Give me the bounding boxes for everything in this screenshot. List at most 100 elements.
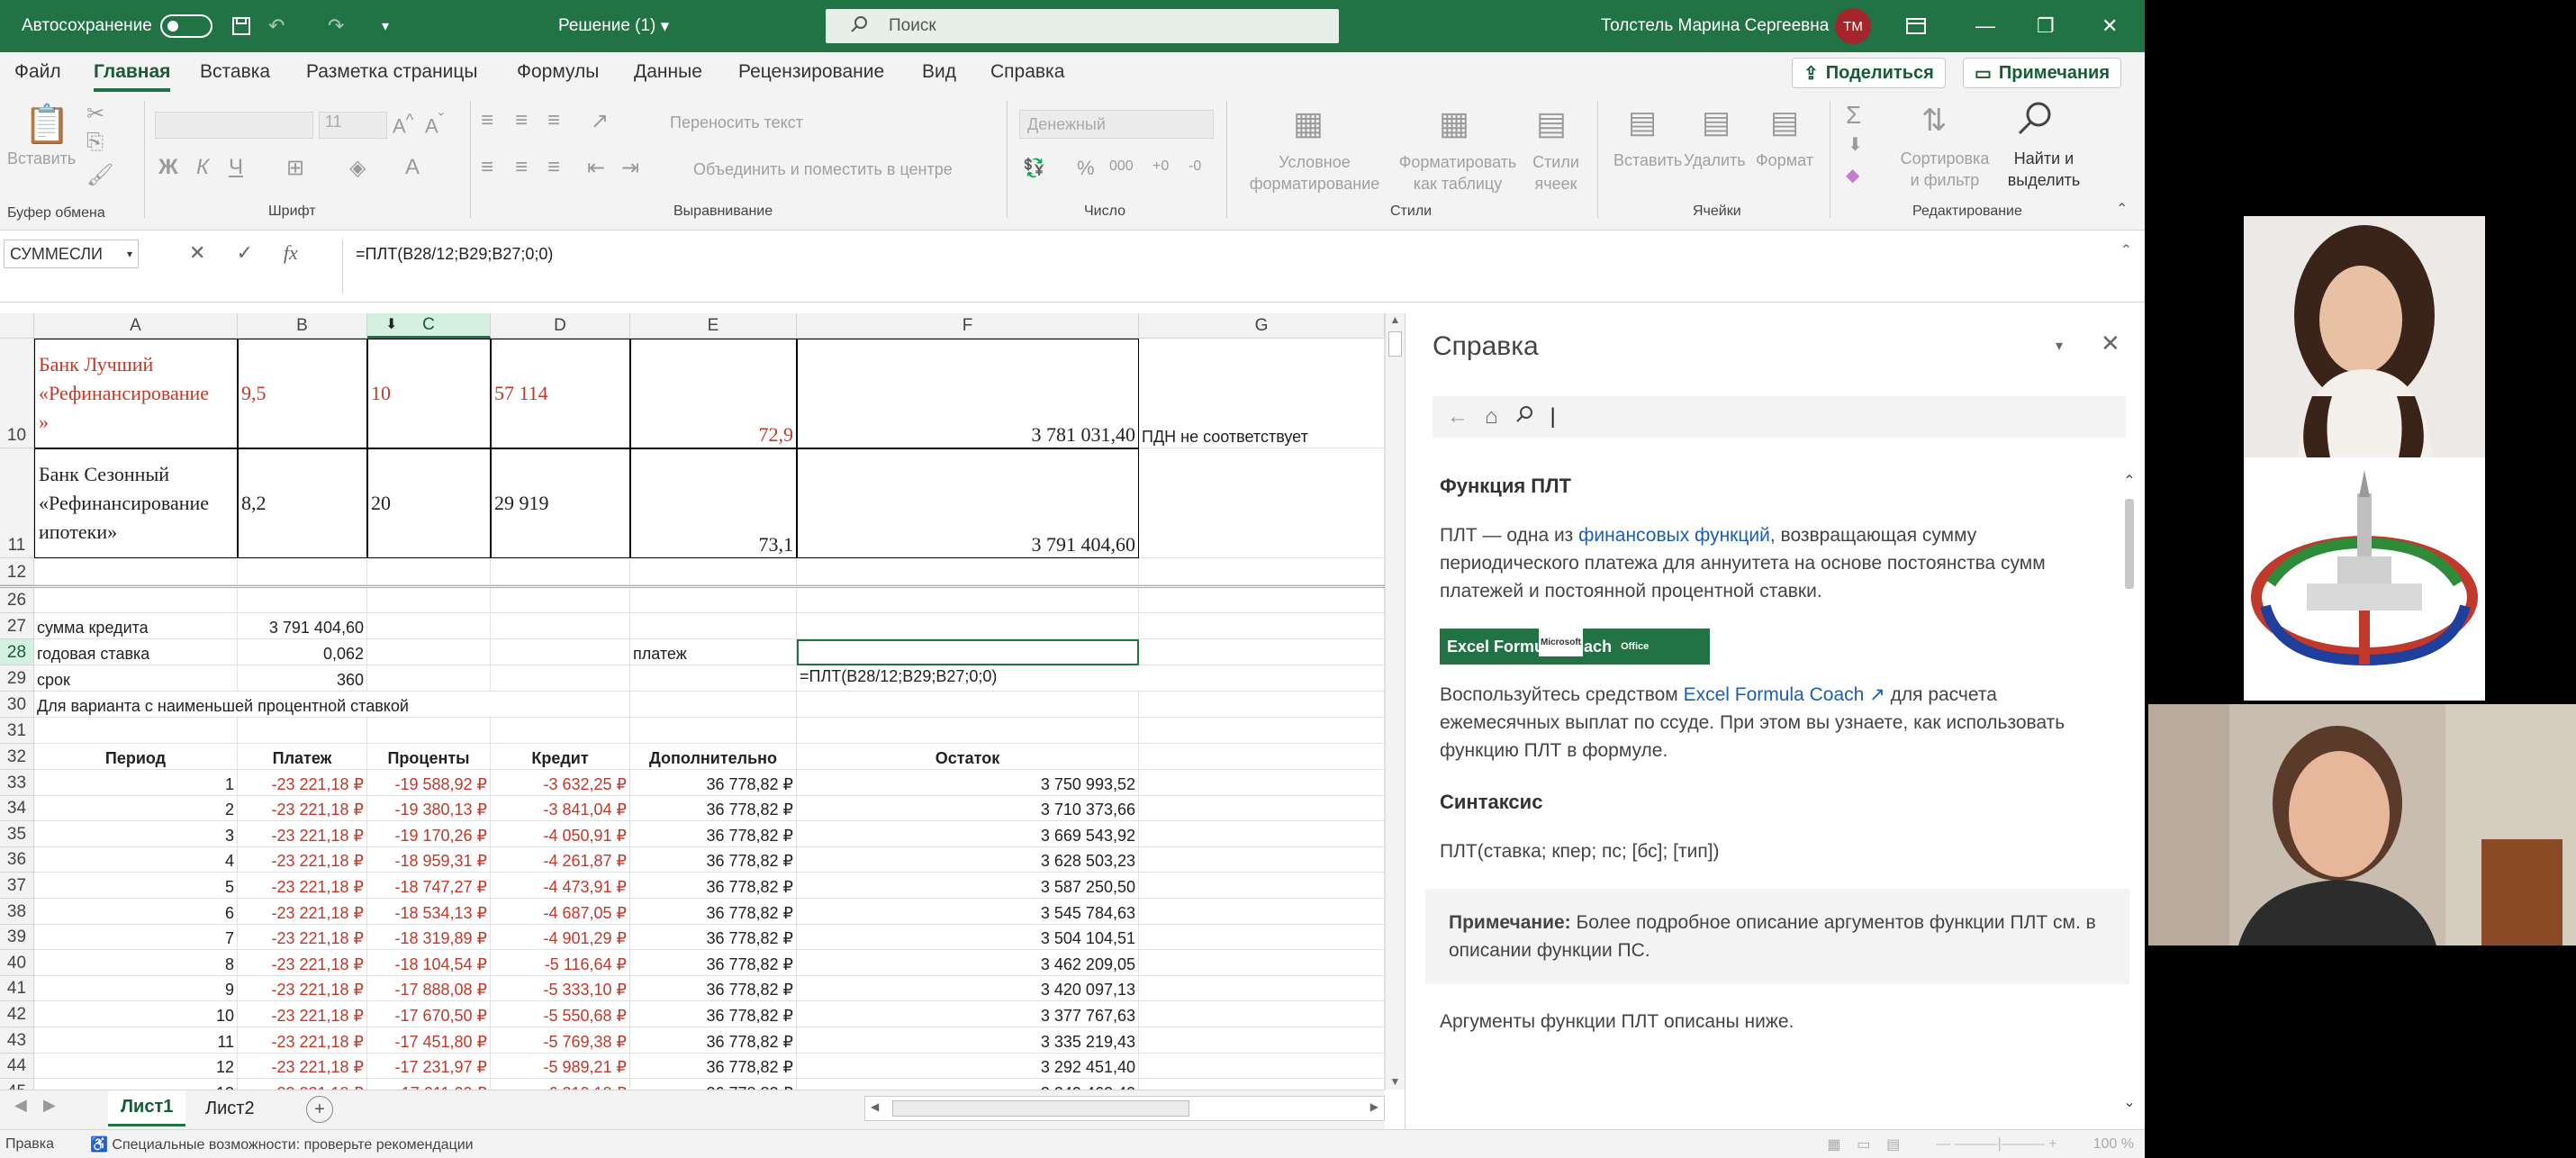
cell-b[interactable]: -23 221,18 ₽	[238, 950, 367, 976]
align-bottom-icon[interactable]: ≡	[547, 108, 560, 133]
number-format-dropdown[interactable]: Денежный	[1019, 110, 1214, 139]
cell-e[interactable]	[630, 718, 797, 744]
cell-d[interactable]	[491, 665, 630, 692]
cell-b[interactable]: -23 221,18 ₽	[238, 873, 367, 899]
fill-color-icon[interactable]: ◈	[349, 155, 366, 181]
currency-format-icon[interactable]: 💱	[1023, 157, 1045, 179]
cell-a[interactable]	[34, 718, 238, 744]
cell-g[interactable]	[1139, 950, 1385, 976]
redo-icon[interactable]: ↷	[328, 0, 344, 52]
cell-g[interactable]	[1139, 744, 1385, 770]
cell-g[interactable]	[1139, 1027, 1385, 1054]
cell-g[interactable]	[1139, 795, 1385, 822]
tab-data[interactable]: Данные	[634, 61, 702, 83]
cell-e[interactable]: 36 778,82 ₽	[630, 821, 797, 847]
cell-f[interactable]	[797, 718, 1139, 744]
user-name[interactable]: Толстель Марина Сергеевна	[1601, 0, 1829, 52]
cell-g[interactable]	[1139, 1079, 1385, 1090]
cell-d[interactable]: -5 333,10 ₽	[491, 975, 630, 1002]
tab-review[interactable]: Рецензирование	[738, 61, 884, 83]
cell-d[interactable]: -3 841,04 ₽	[491, 795, 630, 822]
cell-c[interactable]: -18 534,13 ₽	[367, 899, 491, 925]
cell-g[interactable]	[1139, 718, 1385, 744]
cell-a[interactable]	[34, 558, 238, 585]
minimize-icon[interactable]: —	[1975, 0, 1995, 52]
cell-d[interactable]: -4 261,87 ₽	[491, 846, 630, 873]
vertical-scrollbar[interactable]: ▲ ▼	[1385, 313, 1405, 1090]
cell-a[interactable]: 2	[34, 795, 238, 822]
cell-e[interactable]	[630, 692, 797, 718]
cell-e[interactable]: 36 778,82 ₽	[630, 950, 797, 976]
cell-b[interactable]: 8,2	[238, 448, 367, 558]
autosum-icon[interactable]: Σ	[1846, 101, 1861, 130]
increase-indent-icon[interactable]: ⇥	[621, 155, 639, 181]
cell-d[interactable]: -4 901,29 ₽	[491, 924, 630, 951]
borders-icon[interactable]: ⊞	[286, 155, 304, 181]
row-header[interactable]: 33	[0, 770, 34, 796]
tab-page-layout[interactable]: Разметка страницы	[306, 61, 478, 83]
undo-icon[interactable]: ↶	[268, 0, 285, 52]
cell-e[interactable]	[630, 558, 797, 585]
cell-e[interactable]: 72,9	[630, 339, 797, 448]
cell-b[interactable]: 9,5	[238, 339, 367, 448]
cell-a[interactable]: 5	[34, 873, 238, 899]
cell-g[interactable]	[1139, 821, 1385, 847]
help-search-bar[interactable]: ← ⌂ |	[1433, 396, 2126, 438]
cell-e[interactable]: 36 778,82 ₽	[630, 846, 797, 873]
cell-g[interactable]	[1139, 846, 1385, 873]
paste-label[interactable]: Вставить	[7, 149, 76, 168]
cell-g[interactable]	[1139, 639, 1385, 665]
cell-f[interactable]: 3 750 993,52	[797, 770, 1139, 796]
cell-f[interactable]: 3 377 767,63	[797, 1001, 1139, 1027]
cell-b[interactable]: -23 221,18 ₽	[238, 899, 367, 925]
add-sheet-icon[interactable]: +	[306, 1096, 333, 1123]
cell-f[interactable]	[797, 692, 1139, 718]
close-pane-icon[interactable]: ✕	[2101, 330, 2120, 357]
row-header[interactable]: 35	[0, 821, 34, 847]
cell-c[interactable]	[367, 639, 491, 665]
row-header[interactable]: 26	[0, 588, 34, 613]
cell-f[interactable]	[797, 613, 1139, 639]
increase-decimal-icon[interactable]: +0	[1152, 158, 1169, 175]
formula-input[interactable]: =ПЛТ(B28/12;B29;B27;0;0)	[342, 240, 2136, 294]
cell-e[interactable]: платеж	[630, 639, 797, 665]
cell-b[interactable]	[238, 718, 367, 744]
row-header[interactable]: 11	[0, 448, 34, 558]
cell-d[interactable]: -4 687,05 ₽	[491, 899, 630, 925]
cell-e[interactable]	[630, 613, 797, 639]
cell-f[interactable]: 3 628 503,23	[797, 846, 1139, 873]
cell-c[interactable]: -18 959,31 ₽	[367, 846, 491, 873]
user-avatar[interactable]: ТМ	[1835, 0, 1871, 52]
column-header-f[interactable]: F	[797, 313, 1139, 339]
insert-cells-icon[interactable]: ▤	[1628, 104, 1657, 140]
home-icon[interactable]: ⌂	[1485, 404, 1498, 430]
cell-b[interactable]: -23 221,18 ₽	[238, 1001, 367, 1027]
cell-d[interactable]: 29 919	[491, 448, 630, 558]
cell-d[interactable]	[491, 588, 630, 613]
cell-c[interactable]: -17 451,80 ₽	[367, 1027, 491, 1054]
cell-g[interactable]	[1139, 975, 1385, 1002]
cell-a[interactable]: 10	[34, 1001, 238, 1027]
row-header[interactable]: 12	[0, 558, 34, 585]
row-header[interactable]: 44	[0, 1053, 34, 1080]
cell-f[interactable]: 3 791 404,60	[797, 448, 1139, 558]
row-header[interactable]: 45	[0, 1079, 34, 1090]
font-size-dropdown[interactable]: 11	[319, 112, 387, 139]
cell-b[interactable]: 0,062	[238, 639, 367, 665]
cell-f[interactable]	[797, 639, 1139, 665]
cell-c[interactable]: 20	[367, 448, 491, 558]
conditional-format-button[interactable]: Условное форматирование	[1237, 151, 1392, 195]
format-as-table-icon[interactable]: ▦	[1439, 104, 1469, 142]
cell-e[interactable]: 73,1	[630, 448, 797, 558]
cell-b[interactable]: -23 221,18 ₽	[238, 795, 367, 822]
cell-b[interactable]: Платеж	[238, 744, 367, 770]
align-left-icon[interactable]: ≡	[481, 155, 493, 180]
conditional-format-icon[interactable]: ▦	[1293, 104, 1324, 142]
cell-f[interactable]: 3 249 462,40	[797, 1079, 1139, 1090]
name-box[interactable]: СУММЕСЛИ ▾	[4, 240, 139, 268]
zoom-slider[interactable]: — ———|——— +	[1936, 1136, 2056, 1153]
cell-b[interactable]: -23 221,18 ₽	[238, 975, 367, 1002]
fx-icon[interactable]: fx	[284, 241, 298, 265]
tab-help[interactable]: Справка	[990, 61, 1064, 83]
cell-a[interactable]: 4	[34, 846, 238, 873]
